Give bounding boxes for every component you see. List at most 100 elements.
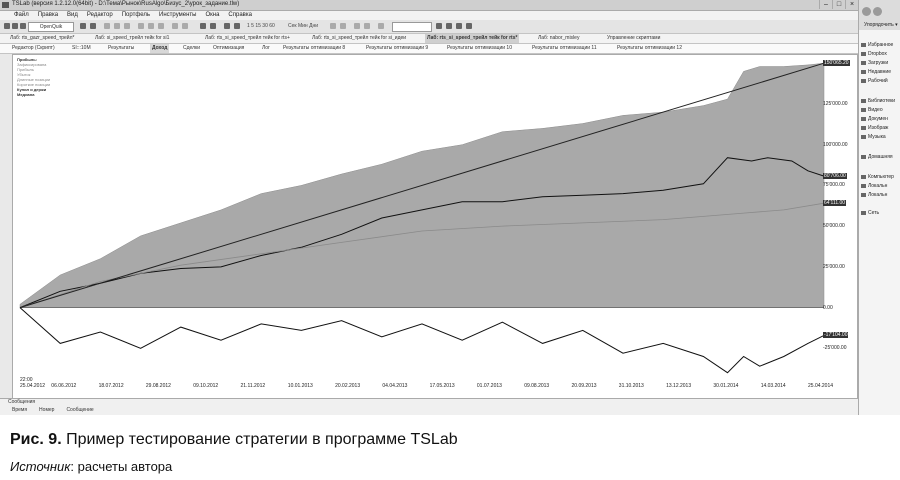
column-time[interactable]: Время	[12, 407, 27, 413]
settings-icon[interactable]	[378, 23, 384, 29]
disk-icon[interactable]	[90, 23, 96, 29]
explorer-item[interactable]: Компьютер	[861, 174, 894, 180]
save-icon[interactable]	[20, 23, 26, 29]
toolbar-dropdown[interactable]	[392, 22, 432, 32]
menu-edit[interactable]: Правка	[38, 11, 58, 20]
play-icon[interactable]	[224, 23, 230, 29]
save-all-icon[interactable]	[80, 23, 86, 29]
menu-tools[interactable]: Инструменты	[159, 11, 196, 20]
tab-log[interactable]: Лог	[262, 44, 270, 53]
open-icon[interactable]	[12, 23, 18, 29]
column-message[interactable]: Сообщение	[66, 407, 93, 413]
tab-lab-rts-active[interactable]: Лаб: rts_si_speed_трейл тейк for rts*	[425, 34, 520, 43]
tab-lab-rts-gazr[interactable]: Лаб: rts_gazr_speed_трейл*	[10, 34, 74, 43]
period-mode-buttons[interactable]: Сек Мин Дни	[288, 23, 318, 29]
x-tick-label: 09.08.2013	[524, 383, 550, 389]
tab-si-10m[interactable]: SI:::10M	[72, 44, 91, 53]
zoom-out-icon[interactable]	[340, 23, 346, 29]
lab-tab-strip: Лаб: rts_gazr_speed_трейл* Лаб: si_speed…	[0, 34, 858, 44]
tab-opt-results-10[interactable]: Результаты оптимизации 10	[447, 44, 512, 53]
tab-opt-results-8[interactable]: Результаты оптимизации 8	[283, 44, 345, 53]
equity-chart[interactable]	[12, 54, 856, 400]
explorer-item[interactable]: Локальн	[861, 183, 887, 189]
new-icon[interactable]	[4, 23, 10, 29]
maximize-button[interactable]: □	[832, 0, 845, 9]
copy-icon[interactable]	[114, 23, 120, 29]
explorer-item[interactable]: Видео	[861, 107, 883, 113]
y-tick-label: -25'000.00	[823, 345, 847, 352]
delete-icon[interactable]	[138, 23, 144, 29]
explorer-item[interactable]: Рабочий	[861, 78, 888, 84]
explorer-item[interactable]: Сеть	[861, 210, 879, 216]
tab-lab-nabor-misley[interactable]: Лаб: nabor_misley	[538, 34, 579, 43]
explorer-item[interactable]: Недавние	[861, 69, 891, 75]
explorer-item[interactable]: Избранное	[861, 42, 893, 48]
print-icon[interactable]	[456, 23, 462, 29]
minimize-button[interactable]: –	[819, 0, 832, 9]
grid-icon[interactable]	[200, 23, 206, 29]
tab-results[interactable]: Результаты	[108, 44, 134, 53]
tab-lab-si-speed[interactable]: Лаб: si_speed_трейл тейк for si1	[95, 34, 169, 43]
back-icon[interactable]	[862, 7, 871, 16]
tab-opt-results-9[interactable]: Результаты оптимизации 9	[366, 44, 428, 53]
stop-icon[interactable]	[234, 23, 240, 29]
column-number[interactable]: Номер	[39, 407, 54, 413]
explorer-item-label: Компьютер	[868, 174, 894, 180]
forward-icon[interactable]	[873, 7, 882, 16]
explorer-item-label: Изображ	[868, 125, 889, 131]
explorer-item[interactable]: Музыка	[861, 134, 886, 140]
explorer-item[interactable]: Изображ	[861, 125, 888, 131]
tab-optimization[interactable]: Оптимизация	[213, 44, 244, 53]
explorer-item[interactable]: Локальн	[861, 192, 887, 198]
y-tick-label: 75'000.00	[823, 182, 845, 189]
tab-script-manager[interactable]: Управление скриптами	[607, 34, 660, 43]
window-icon[interactable]	[436, 23, 442, 29]
zoom-in-icon[interactable]	[330, 23, 336, 29]
chart-icon[interactable]	[364, 23, 370, 29]
save-layout-icon[interactable]	[446, 23, 452, 29]
paste-icon[interactable]	[124, 23, 130, 29]
explorer-item[interactable]: Dropbox	[861, 51, 887, 57]
table-icon[interactable]	[210, 23, 216, 29]
tab-income[interactable]: Доход	[150, 44, 170, 53]
menu-bar: Файл Правка Вид Редактор Портфель Инстру…	[0, 11, 858, 20]
recent-icon	[861, 70, 866, 74]
tab-deals[interactable]: Сделки	[183, 44, 200, 53]
cut-icon[interactable]	[104, 23, 110, 29]
explorer-item[interactable]: Загрузки	[861, 60, 888, 66]
close-button[interactable]: ×	[845, 0, 858, 9]
tab-opt-results-11[interactable]: Результаты оптимизации 11	[532, 44, 597, 53]
x-tick-label: 25.04.2014	[808, 383, 834, 389]
explorer-item[interactable]: Библиотеки	[861, 98, 895, 104]
menu-windows[interactable]: Окна	[205, 11, 219, 20]
network-icon	[861, 211, 866, 215]
explorer-item-label: Музыка	[868, 134, 886, 140]
timeframe-buttons[interactable]: 1 5 15 30 60	[247, 23, 275, 29]
replace-icon[interactable]	[182, 23, 188, 29]
undo-icon[interactable]	[148, 23, 154, 29]
drive-icon	[861, 184, 866, 188]
chart-legend: Прибыль: Зафиксирована Прибыль Убыток Дл…	[17, 57, 50, 97]
messages-title: Сообщения	[8, 399, 36, 405]
explorer-item-label: Видео	[868, 107, 883, 113]
organize-button[interactable]: Упорядочить ▾	[864, 22, 898, 28]
menu-view[interactable]: Вид	[67, 11, 78, 20]
open-quik-button[interactable]: OpenQuik	[28, 22, 74, 32]
tab-script-editor[interactable]: Редактор (Скрипт)	[12, 44, 55, 53]
menu-portfolio[interactable]: Портфель	[122, 11, 150, 20]
explorer-item[interactable]: Докумен	[861, 116, 888, 122]
find-icon[interactable]	[172, 23, 178, 29]
explorer-item[interactable]: Домашняя	[861, 154, 893, 160]
export-icon[interactable]	[466, 23, 472, 29]
drive-icon	[861, 193, 866, 197]
menu-help[interactable]: Справка	[228, 11, 252, 20]
explorer-item-label: Докумен	[868, 116, 888, 122]
tab-opt-results-12[interactable]: Результаты оптимизации 12	[617, 44, 682, 53]
redo-icon[interactable]	[158, 23, 164, 29]
x-tick-label: 09.10.2012	[193, 383, 219, 389]
menu-editor[interactable]: Редактор	[87, 11, 113, 20]
tab-lab-si-ideas[interactable]: Лаб: rts_si_speed_трейл тейк for si_идеи	[312, 34, 406, 43]
menu-file[interactable]: Файл	[14, 11, 29, 20]
tab-lab-rts-plus[interactable]: Лаб: rts_si_speed_трейл тейк for rts+	[205, 34, 290, 43]
list-icon[interactable]	[354, 23, 360, 29]
